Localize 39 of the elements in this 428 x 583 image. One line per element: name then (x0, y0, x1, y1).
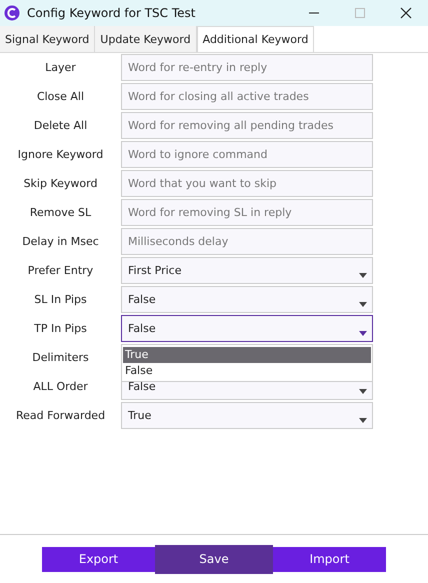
field-label: Delete All (32, 119, 88, 132)
field-label: Remove SL (28, 206, 92, 219)
close-icon[interactable] (400, 7, 412, 19)
dropdown-field[interactable]: First Price (121, 257, 373, 284)
action-button[interactable]: Import (273, 546, 386, 572)
field-label: Prefer Entry (26, 264, 94, 277)
dropdown-field[interactable]: False (121, 286, 373, 313)
input-field[interactable]: Word that you want to skip (121, 170, 373, 197)
action-button[interactable]: Export (42, 546, 155, 572)
input-field[interactable]: Word for re-entry in reply (121, 54, 373, 81)
app-logo-icon (4, 5, 20, 21)
tab[interactable]: Update Keyword (95, 26, 197, 52)
field-label: Layer (44, 61, 77, 74)
tab[interactable]: Additional Keyword (196, 26, 314, 52)
field-label: Close All (36, 90, 86, 103)
caret-icon (359, 331, 367, 336)
field-label: Ignore Keyword (16, 148, 104, 161)
field-label: Skip Keyword (22, 177, 98, 190)
input-field[interactable]: Word for removing SL in reply (121, 199, 373, 226)
dropdown-option[interactable]: True (123, 347, 371, 363)
input-field[interactable]: Milliseconds delay (121, 228, 373, 255)
action-button[interactable]: Save (155, 544, 273, 574)
field-label: Delimiters (31, 351, 90, 364)
field-label: Read Forwarded (14, 409, 106, 422)
window-title: Config Keyword for TSC Test (27, 6, 196, 20)
field-label: ALL Order (32, 380, 89, 393)
input-field[interactable]: Word to ignore command (121, 141, 373, 168)
caret-icon (359, 302, 367, 307)
field-label: Delay in Msec (21, 235, 100, 248)
field-label: TP In Pips (33, 322, 88, 335)
tab[interactable]: Signal Keyword (0, 26, 96, 52)
caret-icon (359, 273, 367, 278)
dropdown-field[interactable]: True (121, 402, 373, 429)
caret-icon (359, 418, 367, 423)
field-label: SL In Pips (33, 293, 88, 306)
input-field[interactable]: Word for closing all active trades (121, 83, 373, 110)
input-field[interactable]: Word for removing all pending trades (121, 112, 373, 139)
caret-icon (359, 389, 367, 394)
dropdown-field[interactable]: False (121, 315, 373, 342)
